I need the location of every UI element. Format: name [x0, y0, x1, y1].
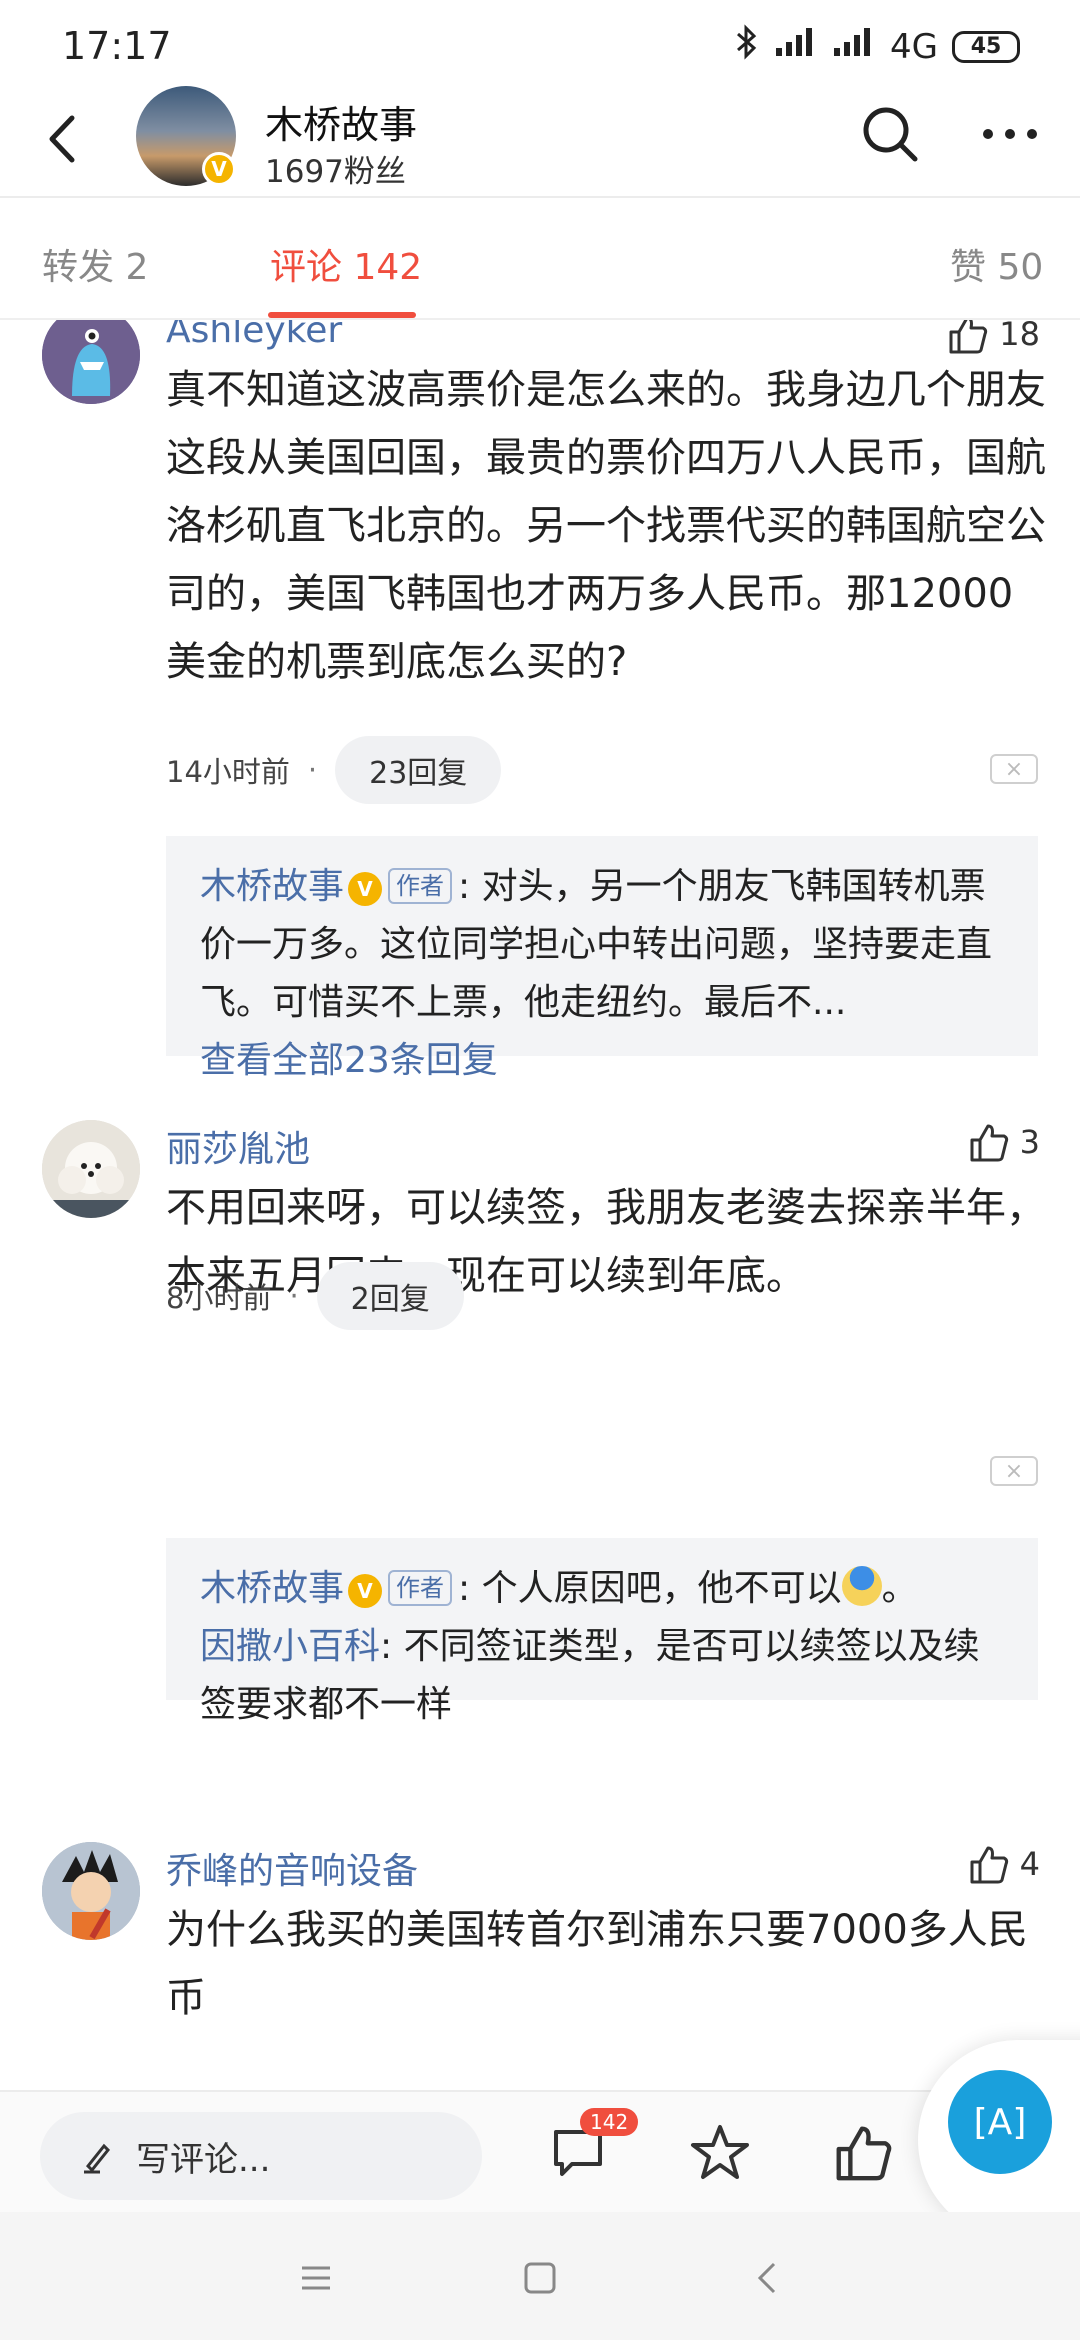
- replies-button[interactable]: 23回复: [335, 736, 502, 804]
- tab-likes[interactable]: 赞 50: [950, 238, 1043, 290]
- replies-button[interactable]: 2回复: [316, 1262, 464, 1330]
- thumbs-up-icon: [970, 1846, 1008, 1884]
- reply-line: 因撒小百科: 不同签证类型，是否可以续签以及续签要求都不一样: [200, 1618, 1004, 1734]
- separator-dot: ·: [289, 1279, 299, 1313]
- dismiss-button[interactable]: ×: [990, 1456, 1038, 1486]
- search-icon: [863, 107, 918, 162]
- thumbs-up-icon: [836, 2126, 892, 2181]
- account-name[interactable]: 木桥故事: [265, 94, 417, 149]
- menu-button[interactable]: [286, 2248, 346, 2308]
- sweat-emoji-icon: [841, 1566, 882, 1606]
- thumbs-up-icon: [949, 320, 988, 354]
- tab-bar: 转发 2 评论 142 赞 50: [0, 198, 1080, 320]
- bluetooth-icon: [734, 24, 760, 69]
- comment-meta: 14小时前 · 23回复: [166, 736, 502, 804]
- author-tag: 作者: [388, 868, 453, 904]
- like-button[interactable]: 4: [966, 1842, 1040, 1886]
- dog-avatar-icon: [42, 1120, 140, 1218]
- translate-icon: [A]: [973, 2101, 1027, 2143]
- menu-icon: [302, 2266, 330, 2290]
- more-button[interactable]: [978, 102, 1042, 166]
- reply-preview[interactable]: 木桥故事 V 作者: 个人原因吧，他不可以。 因撒小百科: 不同签证类型，是否可以续…: [166, 1538, 1038, 1725]
- screen: 17:17 4G 45 V 木桥故事 1697粉丝 转发 2 评论 142 赞 …: [0, 0, 1080, 2340]
- tab-comments[interactable]: 评论 142: [270, 238, 422, 290]
- write-comment-placeholder: 写评论...: [136, 2139, 271, 2180]
- verified-badge-icon: V: [348, 872, 383, 906]
- back-button[interactable]: [30, 104, 100, 174]
- comment-meta: 8小时前 · 2回复: [166, 1262, 464, 1330]
- avatar[interactable]: [42, 320, 140, 404]
- view-all-replies-link[interactable]: 查看全部23条回复: [200, 1032, 1004, 1090]
- chevron-left-icon: [757, 2262, 776, 2294]
- avatar[interactable]: [42, 1120, 140, 1218]
- more-icon: [983, 129, 1037, 139]
- like-count: 4: [1019, 1845, 1040, 1883]
- comment-time: 8小时前: [166, 1281, 272, 1315]
- status-time: 17:17: [62, 24, 172, 68]
- comments-button[interactable]: 142: [540, 2108, 639, 2190]
- signal-icon: [774, 26, 818, 67]
- tab-reposts[interactable]: 转发 2: [42, 238, 148, 290]
- comment-time: 14小时前: [166, 755, 290, 789]
- verified-badge-icon: V: [202, 152, 236, 186]
- search-button[interactable]: [858, 102, 922, 166]
- close-icon: ×: [1004, 1458, 1024, 1484]
- like-button[interactable]: 3: [966, 1120, 1040, 1164]
- reply-text-end: 。: [881, 1568, 918, 1609]
- battery-icon: 45: [952, 30, 1020, 63]
- star-icon: [691, 2125, 749, 2179]
- verified-badge-icon: V: [348, 1574, 383, 1608]
- network-type: 4G: [890, 26, 938, 67]
- favorite-button[interactable]: [682, 2114, 758, 2190]
- status-icons: 4G 45: [734, 24, 1020, 69]
- like-count: 3: [1019, 1123, 1040, 1161]
- header: V 木桥故事 1697粉丝: [0, 86, 1080, 196]
- comment-username[interactable]: 丽莎胤池: [166, 1120, 310, 1172]
- status-bar: 17:17 4G 45: [0, 0, 1080, 86]
- reply-author-name[interactable]: 木桥故事: [200, 866, 344, 907]
- comment-list[interactable]: Ashleyker 18 真不知道这波高票价是怎么来的。我身边几个朋友这段从美国…: [0, 320, 1080, 2090]
- nav-back-button[interactable]: [738, 2248, 798, 2308]
- avatar[interactable]: [42, 1842, 140, 1940]
- reply-author-name[interactable]: 木桥故事: [200, 1568, 344, 1609]
- reply-text: : 个人原因吧，他不可以: [458, 1568, 842, 1609]
- close-icon: ×: [1004, 756, 1024, 782]
- monster-avatar-icon: [42, 320, 140, 404]
- comment-text: 真不知道这波高票价是怎么来的。我身边几个朋友这段从美国回国，最贵的票价四万八人民…: [166, 367, 1046, 685]
- like-post-button[interactable]: [824, 2114, 900, 2190]
- pen-icon: [84, 2143, 111, 2174]
- square-icon: [524, 2262, 556, 2294]
- chevron-left-icon: [49, 115, 75, 163]
- thumbs-up-icon: [970, 1124, 1008, 1162]
- cartoon-avatar-icon: [42, 1842, 140, 1940]
- dismiss-button[interactable]: ×: [990, 754, 1038, 784]
- like-count: 18: [999, 320, 1040, 353]
- translate-button[interactable]: [A]: [948, 2070, 1052, 2174]
- home-button[interactable]: [510, 2248, 570, 2308]
- comment-username[interactable]: 乔峰的音响设备: [166, 1842, 418, 1894]
- like-button[interactable]: 18: [945, 320, 1040, 356]
- comment-username[interactable]: Ashleyker: [166, 320, 342, 351]
- signal-hd-icon: [832, 26, 876, 67]
- separator-dot: ·: [307, 753, 318, 787]
- battery-level: 45: [970, 34, 1002, 59]
- write-comment-input[interactable]: 写评论...: [40, 2112, 482, 2200]
- comment-count-badge: 142: [580, 2108, 639, 2136]
- fans-count: 1697粉丝: [265, 154, 406, 190]
- system-nav-bar: [0, 2212, 1080, 2340]
- comment-text: 为什么我买的美国转首尔到浦东只要7000多人民币: [166, 1907, 1028, 2021]
- reply-author-name[interactable]: 因撒小百科: [200, 1626, 380, 1667]
- avatar[interactable]: V: [136, 86, 236, 186]
- author-tag: 作者: [388, 1570, 453, 1606]
- reply-preview[interactable]: 木桥故事 V 作者: 对头，另一个朋友飞韩国转机票价一万多。这位同学担心中转出问题，…: [166, 836, 1038, 1081]
